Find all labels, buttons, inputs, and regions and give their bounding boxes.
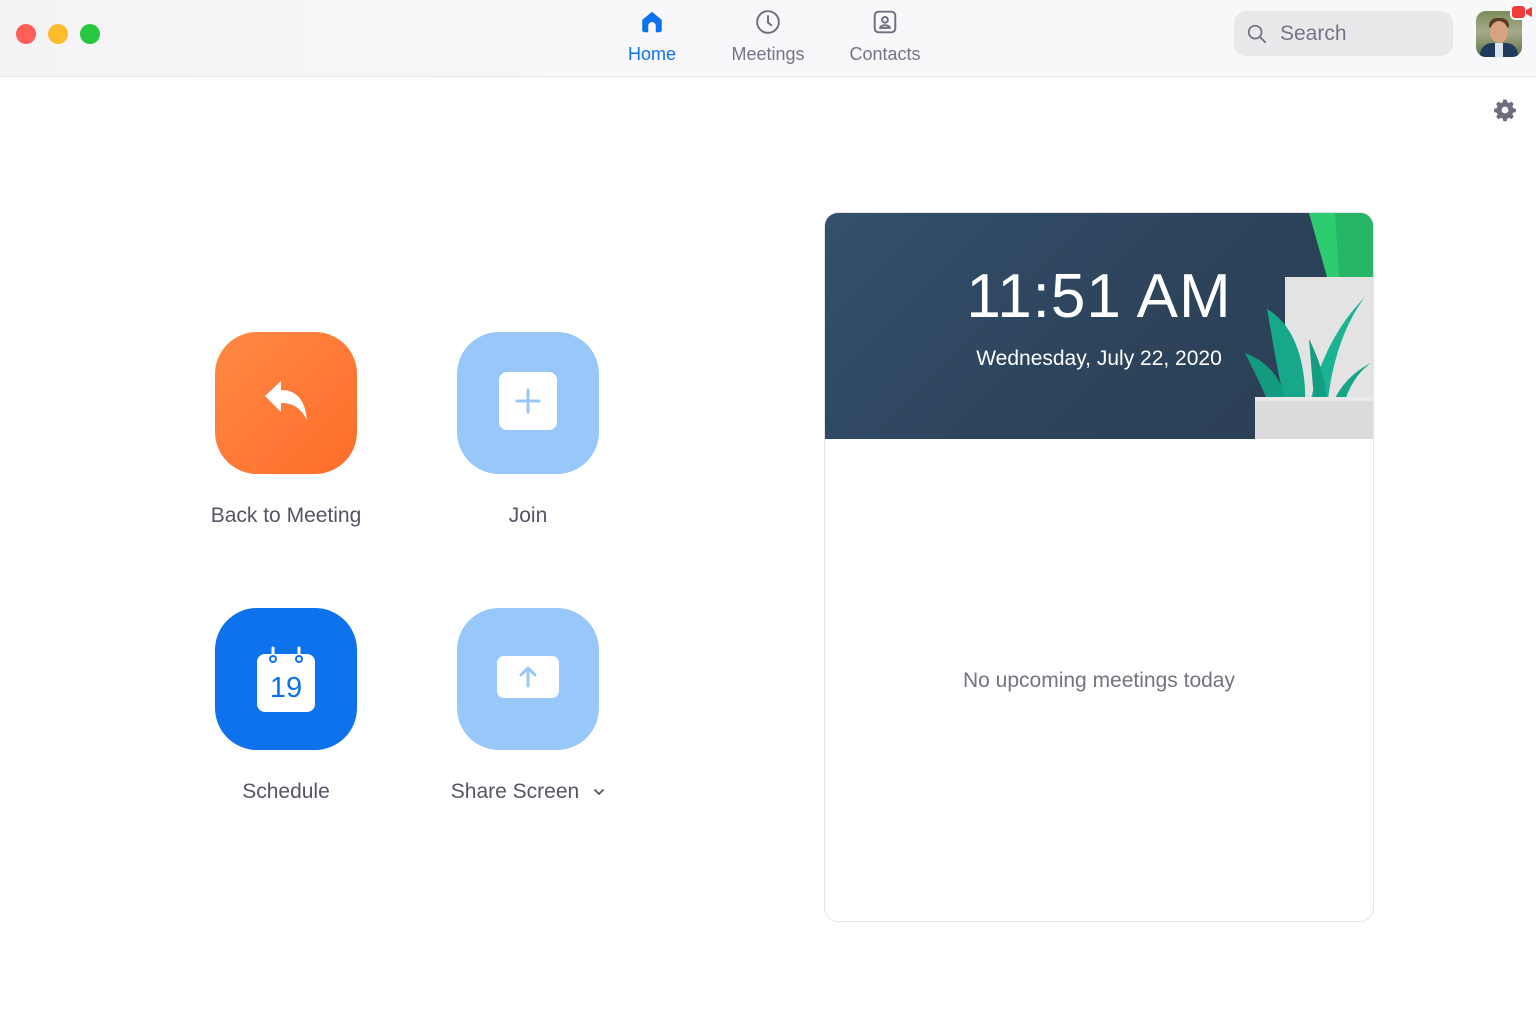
share-screen-button[interactable]: Share Screen bbox=[408, 608, 648, 804]
schedule-label: Schedule bbox=[242, 780, 330, 803]
plant-illustration bbox=[1235, 213, 1373, 439]
tab-home-label: Home bbox=[627, 44, 676, 64]
schedule-tile[interactable]: 19 bbox=[215, 608, 357, 750]
window-maximize-button[interactable] bbox=[80, 24, 100, 44]
chevron-down-icon[interactable] bbox=[593, 788, 605, 796]
home-icon bbox=[638, 8, 666, 36]
join-button[interactable]: Join bbox=[408, 332, 648, 528]
plus-icon bbox=[499, 371, 557, 435]
calendar-day: 19 bbox=[269, 672, 303, 704]
tab-contacts[interactable]: Contacts bbox=[835, 8, 935, 70]
clock-banner: 11:51 AM Wednesday, July 22, 2020 bbox=[825, 213, 1373, 439]
share-up-arrow-icon bbox=[497, 655, 559, 703]
tab-contacts-label: Contacts bbox=[849, 44, 921, 64]
tab-meetings[interactable]: Meetings bbox=[718, 8, 818, 70]
search-icon bbox=[1246, 23, 1268, 45]
title-bar: Home Meetings Contacts Search bbox=[0, 0, 1536, 77]
share-screen-tile[interactable] bbox=[457, 608, 599, 750]
search-placeholder: Search bbox=[1280, 21, 1347, 45]
search-input[interactable]: Search bbox=[1234, 11, 1453, 56]
tab-meetings-label: Meetings bbox=[731, 44, 805, 64]
back-to-meeting-button[interactable]: Back to Meeting bbox=[166, 332, 406, 528]
video-camera-icon bbox=[1510, 4, 1534, 20]
join-tile[interactable] bbox=[457, 332, 599, 474]
schedule-button[interactable]: 19 Schedule bbox=[166, 608, 406, 804]
gear-icon[interactable] bbox=[1493, 98, 1517, 122]
share-screen-label: Share Screen bbox=[450, 780, 580, 803]
window-minimize-button[interactable] bbox=[48, 24, 68, 44]
join-label: Join bbox=[508, 504, 548, 527]
contact-card-icon bbox=[871, 8, 899, 36]
window-close-button[interactable] bbox=[16, 24, 36, 44]
clock-icon bbox=[754, 8, 782, 36]
reply-arrow-icon bbox=[261, 378, 311, 429]
upcoming-meetings-card: 11:51 AM Wednesday, July 22, 2020 No upc… bbox=[824, 212, 1374, 922]
calendar-icon: 19 bbox=[257, 646, 315, 712]
back-to-meeting-tile[interactable] bbox=[215, 332, 357, 474]
tab-home[interactable]: Home bbox=[612, 8, 692, 70]
back-to-meeting-label: Back to Meeting bbox=[210, 504, 362, 527]
empty-state-message: No upcoming meetings today bbox=[963, 669, 1235, 692]
